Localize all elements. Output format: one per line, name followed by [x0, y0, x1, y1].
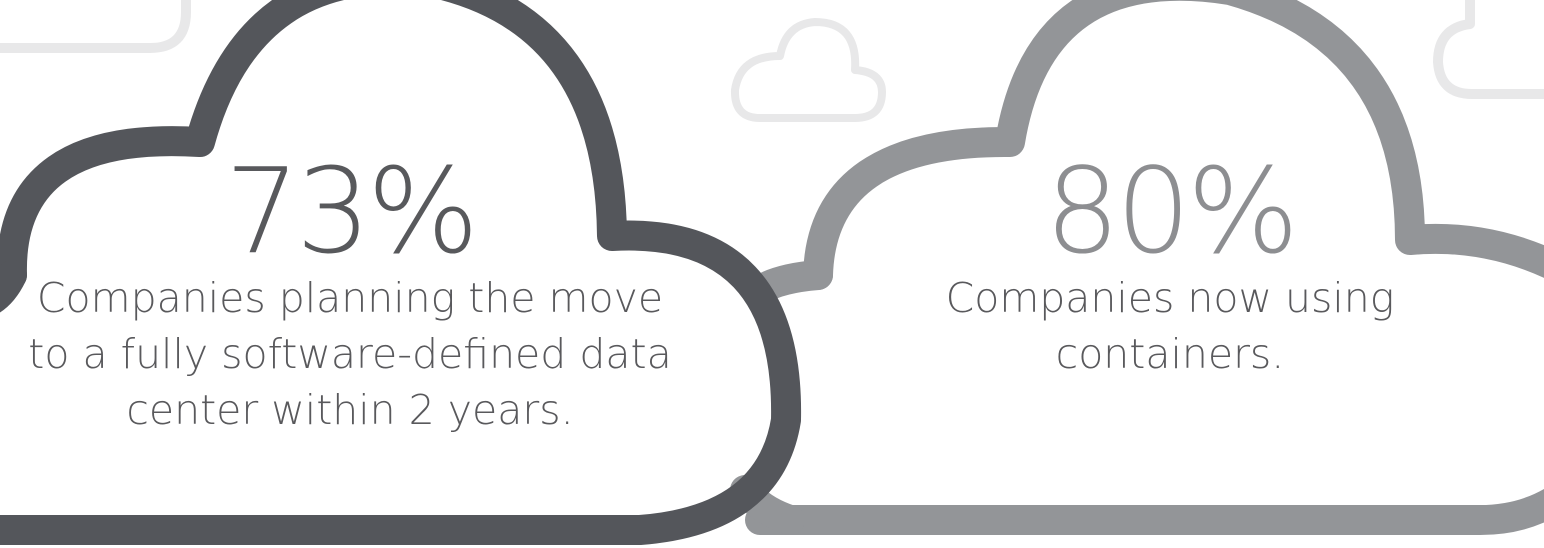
- stat-description-line: to a fully software-defined data: [28, 330, 672, 378]
- infographic-canvas: 73% Companies planning the move to a ful…: [0, 0, 1544, 548]
- stat-description-line: containers.: [1055, 330, 1285, 378]
- stat-value-73: 73%: [224, 142, 479, 280]
- stat-containers: 80% Companies now using containers.: [820, 152, 1520, 382]
- stat-description-line: Companies planning the move: [36, 274, 664, 322]
- stat-description-line: center within 2 years.: [126, 386, 574, 434]
- stat-description-line: Companies now using: [945, 274, 1395, 322]
- stat-value-80: 80%: [1044, 142, 1299, 280]
- outline-cloud-topleft-icon: [0, 0, 191, 53]
- outline-cloud-topright-icon: [1433, 0, 1544, 99]
- stat-software-defined-dc: 73% Companies planning the move to a ful…: [0, 152, 700, 438]
- outline-cloud-center-icon: [730, 18, 886, 122]
